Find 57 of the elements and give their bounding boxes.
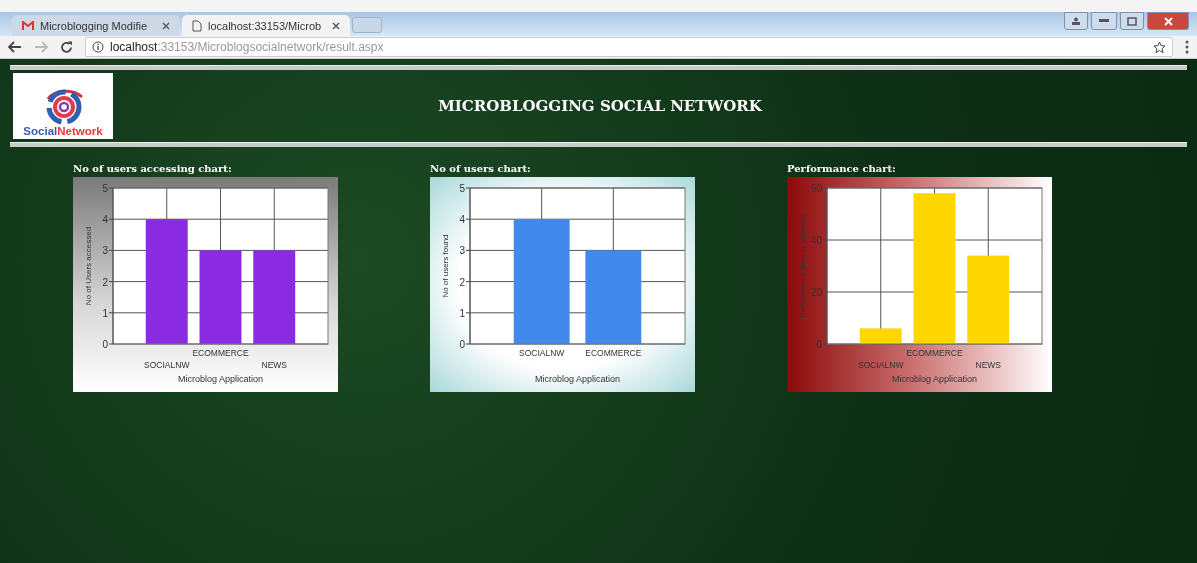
minimize-button[interactable] [1091,12,1117,30]
category-label: ECOMMERCE [192,348,249,358]
x-axis-title: Microblog Application [534,374,621,384]
tick-label: 40 [810,235,822,246]
y-axis-title: Performance time in seconds [798,214,807,318]
info-icon [92,41,104,53]
x-axis-title: Microblog Application [891,374,978,384]
address-bar[interactable]: localhost:33153/Microblogsocialnetwork/result.aspx [85,37,1173,57]
page-icon [192,19,202,32]
chart-heading: No of users accessing chart: [73,163,233,174]
category-label: NEWS [261,360,287,370]
y-axis-title: No of Users accessed [84,226,93,306]
reload-icon[interactable] [60,40,73,54]
category-label: NEWS [975,360,1001,370]
close-icon[interactable] [162,21,170,30]
page-title: MICROBLOGGING SOCIAL NETWORK [437,97,764,115]
tick-label: 5 [102,183,108,194]
category-label: ECOMMERCE [585,348,642,358]
tick-label: 1 [459,307,465,319]
tick-label: 4 [459,214,465,226]
bar [859,328,902,344]
menu-icon[interactable] [1185,40,1189,54]
tick-label: 4 [102,214,108,226]
mail-icon [22,20,34,31]
y-axis-title: No of users found [441,234,450,298]
chart-heading: No of users chart: [430,163,532,174]
x-axis-title: Microblog Application [177,374,264,384]
tick-label: 2 [102,276,108,288]
category-label: ECOMMERCE [906,348,963,358]
close-icon[interactable] [332,21,340,30]
category-label: SOCIALNW [519,348,565,358]
browser-tab[interactable]: Microblogging Modifie [12,15,180,36]
tick-label: 20 [810,287,822,298]
maximize-icon [1127,16,1137,26]
person-icon [1071,17,1081,25]
logo-text: SocialNetwork [23,125,103,137]
tick-label: 2 [459,276,465,288]
url-text: localhost:33153/Microblogsocialnetwork/result.aspx [110,40,384,54]
tick-label: 5 [459,183,465,194]
minimize-icon [1099,19,1109,23]
tick-label: 1 [102,307,108,319]
tick-label: 0 [816,339,822,350]
close-icon [1163,16,1173,26]
back-icon[interactable] [8,41,22,53]
tick-label: 0 [459,339,465,350]
maximize-button[interactable] [1120,12,1144,30]
profile-button[interactable] [1064,12,1088,30]
tick-label: 60 [810,183,822,194]
tick-label: 3 [459,245,465,257]
close-window-button[interactable] [1147,12,1189,30]
tick-label: 3 [102,245,108,257]
category-label: SOCIALNW [858,360,904,370]
browser-tab[interactable]: localhost:33153/Microb [182,15,350,36]
chart-heading: Performance chart: [787,163,897,174]
tick-label: 0 [102,339,108,350]
category-label: SOCIALNW [144,360,190,370]
star-icon[interactable] [1153,40,1166,54]
